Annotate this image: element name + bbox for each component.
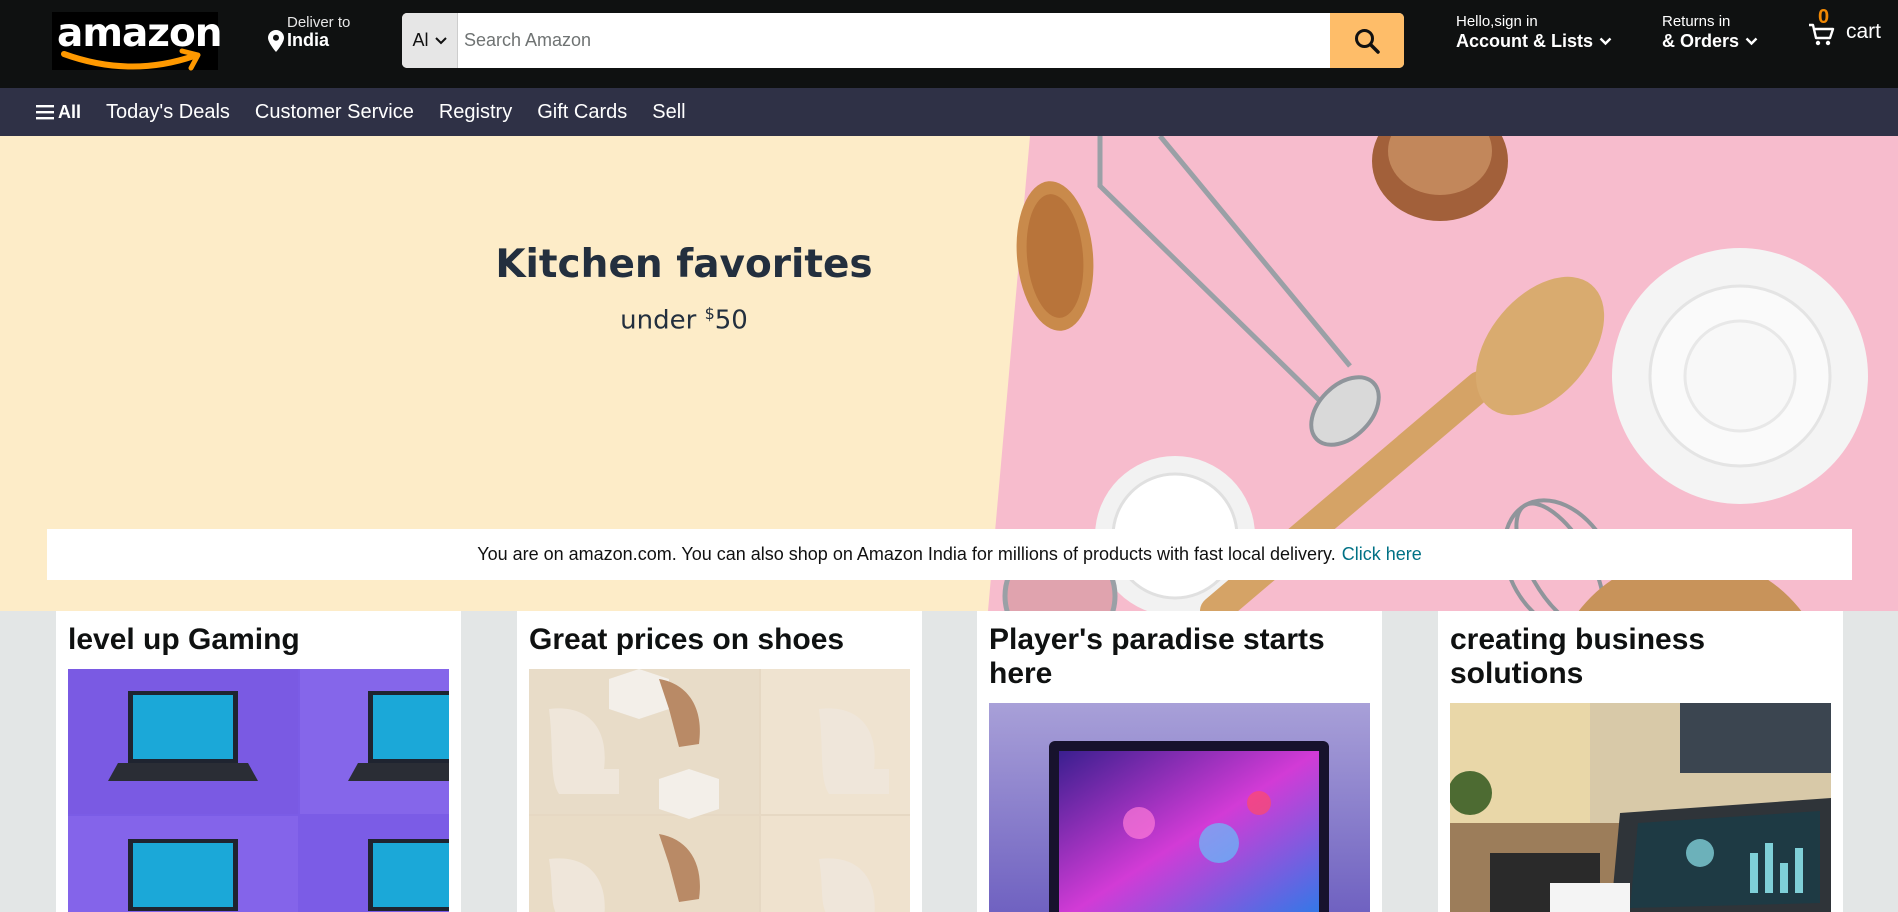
amazon-logo[interactable]: amazon	[52, 12, 223, 71]
hero-currency: $	[704, 304, 715, 323]
notice-text: You are on amazon.com. You can also shop…	[477, 544, 1336, 564]
nav-link-registry[interactable]: Registry	[439, 101, 512, 124]
card-gaming-paradise[interactable]: Player's paradise starts here	[977, 611, 1382, 912]
card-title: creating business solutions	[1450, 623, 1706, 690]
returns-label: Returns in	[1662, 13, 1731, 30]
returns-and-orders[interactable]: Returns in & Orders	[1662, 13, 1758, 52]
search-input[interactable]	[458, 13, 1330, 68]
gaming-laptops-image	[68, 669, 449, 912]
hero-subtitle-prefix: under	[620, 305, 705, 336]
deliver-location: India	[287, 30, 330, 50]
nav-link-gift-cards[interactable]: Gift Cards	[537, 101, 627, 124]
nav-link-sell[interactable]: Sell	[652, 101, 685, 124]
logo-smile-icon	[61, 48, 201, 71]
cart-label: cart	[1846, 20, 1882, 43]
deliver-label: Deliver to	[287, 14, 351, 31]
search-category-value: Al	[412, 30, 429, 50]
search-icon	[1355, 28, 1380, 54]
cart-button[interactable]: 0 cart	[1808, 6, 1890, 66]
location-notice-banner: You are on amazon.com. You can also shop…	[47, 529, 1852, 580]
all-menu-button[interactable]: All	[36, 102, 81, 123]
all-menu-label: All	[58, 101, 82, 122]
card-title: level up Gaming	[68, 623, 300, 656]
account-lists-label: Account & Lists	[1456, 31, 1594, 51]
location-pin-icon	[268, 30, 284, 52]
chevron-down-icon	[1745, 37, 1758, 46]
search-category-select[interactable]: Al	[402, 13, 458, 68]
secondary-navigation-bar: All Today's Deals Customer Service Regis…	[0, 88, 1898, 136]
top-navigation-bar: amazon Deliver to India Al Hello,sign in	[0, 0, 1898, 88]
hero-price: 50	[714, 305, 748, 336]
card-title: Great prices on shoes	[529, 623, 845, 656]
search-button[interactable]	[1330, 13, 1404, 68]
account-and-lists[interactable]: Hello,sign in Account & Lists	[1456, 13, 1612, 52]
business-laptop-image	[1450, 703, 1831, 912]
notice-click-here-link[interactable]: Click here	[1342, 544, 1422, 565]
card-shoes[interactable]: Great prices on shoes	[517, 611, 922, 912]
nav-link-todays-deals[interactable]: Today's Deals	[106, 101, 230, 124]
card-gaming[interactable]: level up Gaming	[56, 611, 461, 912]
gaming-monitor-image	[989, 703, 1370, 912]
card-business[interactable]: creating business solutions	[1438, 611, 1843, 912]
search-bar: Al	[402, 13, 1404, 68]
shoes-image	[529, 669, 910, 912]
account-greeting: Hello,sign in	[1456, 13, 1538, 30]
hero-title: Kitchen favorites	[495, 242, 873, 287]
cart-icon	[1809, 23, 1835, 46]
card-title: Player's paradise starts here	[989, 623, 1325, 690]
orders-label: & Orders	[1662, 31, 1740, 51]
chevron-down-icon	[434, 36, 447, 44]
hamburger-menu-icon	[36, 105, 54, 120]
chevron-down-icon	[1599, 37, 1612, 46]
nav-link-customer-service[interactable]: Customer Service	[255, 101, 414, 124]
hero-subtitle: under $50	[0, 304, 1368, 336]
